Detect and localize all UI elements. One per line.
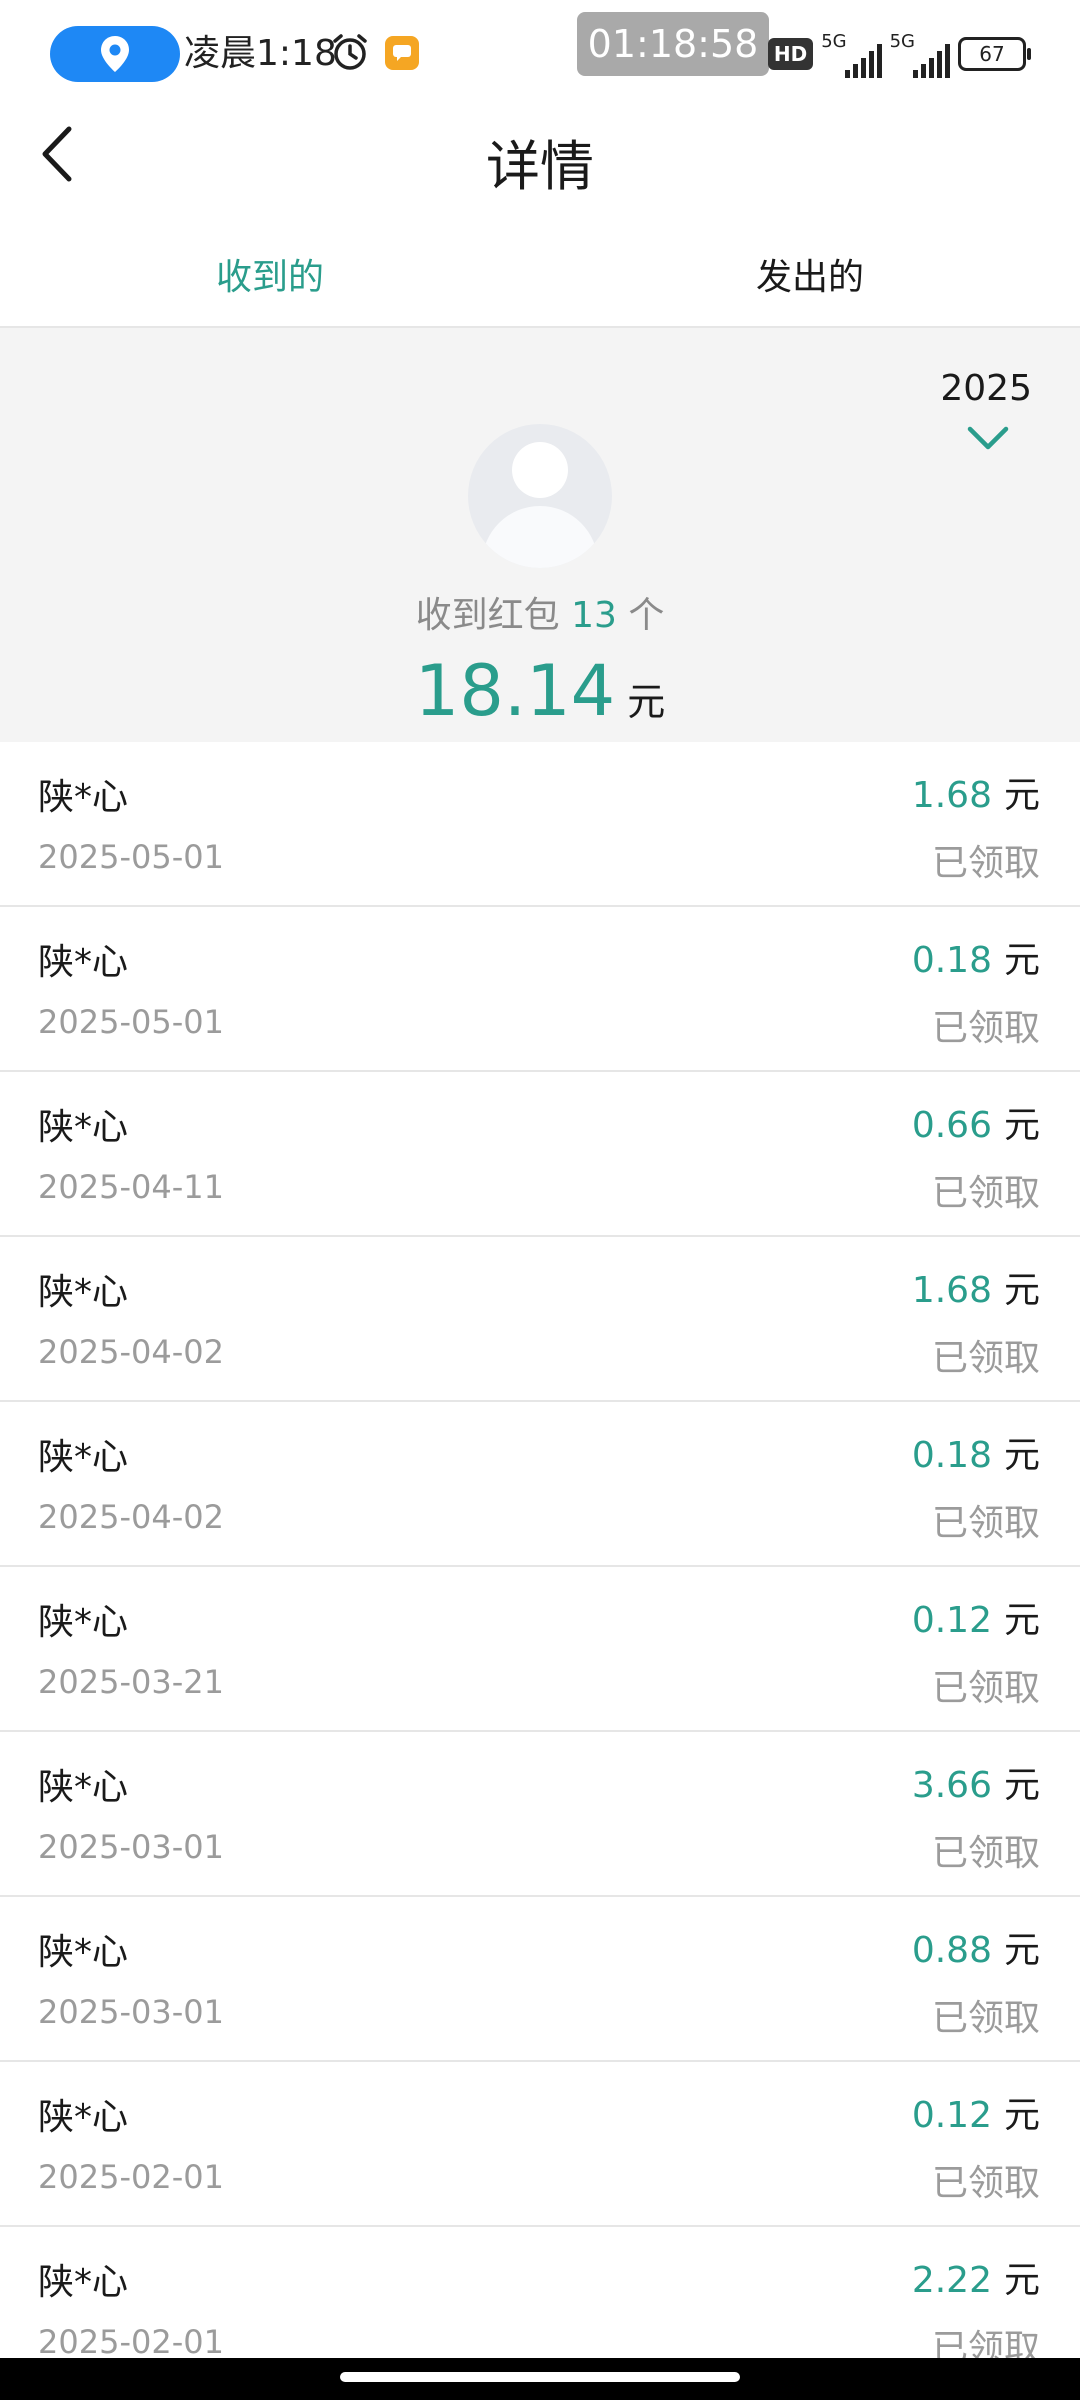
record-date: 2025-03-01 xyxy=(38,1828,224,1866)
sender-name: 陕*心 xyxy=(38,1602,129,1643)
sender-name: 陕*心 xyxy=(38,942,129,983)
record-amount: 3.66 元 xyxy=(911,1765,1040,1806)
location-indicator[interactable] xyxy=(50,26,180,82)
location-pin-icon xyxy=(101,36,129,72)
clock-overlay: 01:18:58 xyxy=(577,12,769,76)
list-item[interactable]: 陕*心 2025-05-01 0.18 元 已领取 xyxy=(0,907,1080,1072)
list-item[interactable]: 陕*心 2025-02-01 0.12 元 已领取 xyxy=(0,2062,1080,2227)
sender-name: 陕*心 xyxy=(38,1767,129,1808)
status-time: 凌晨1:18 xyxy=(184,33,337,74)
count-value: 13 xyxy=(571,595,617,636)
gesture-nav-bar xyxy=(0,2358,1080,2400)
list-item[interactable]: 陕*心 2025-04-02 0.18 元 已领取 xyxy=(0,1402,1080,1567)
sender-name: 陕*心 xyxy=(38,2097,129,2138)
record-date: 2025-04-02 xyxy=(38,1498,224,1536)
notification-app-icon xyxy=(385,36,419,70)
page-title: 详情 xyxy=(486,135,594,198)
signal-sim1: 5G xyxy=(821,31,882,78)
redpacket-detail-screen: 凌晨1:18 01:18:58 HD 5G 5G 67 详情 收到的 发出的 2… xyxy=(0,0,1080,2400)
list-item[interactable]: 陕*心 2025-04-11 0.66 元 已领取 xyxy=(0,1072,1080,1237)
record-amount: 1.68 元 xyxy=(911,1270,1040,1311)
record-amount: 2.22 元 xyxy=(911,2260,1040,2301)
total-amount: 18.14 元 xyxy=(0,650,1080,732)
sender-name: 陕*心 xyxy=(38,1272,129,1313)
sender-name: 陕*心 xyxy=(38,1437,129,1478)
status-icons: HD 5G 5G 67 xyxy=(767,28,1031,80)
record-status: 已领取 xyxy=(931,2163,1040,2204)
record-amount: 0.88 元 xyxy=(911,1930,1040,1971)
record-amount: 0.12 元 xyxy=(911,1600,1040,1641)
summary-panel: 2025 收到红包 13 个 18.14 元 xyxy=(0,328,1080,742)
hd-voice-badge: HD xyxy=(767,38,814,70)
record-status: 已领取 xyxy=(931,1503,1040,1544)
list-item[interactable]: 陕*心 2025-04-02 1.68 元 已领取 xyxy=(0,1237,1080,1402)
list-item[interactable]: 陕*心 2025-05-01 1.68 元 已领取 xyxy=(0,742,1080,907)
total-unit: 元 xyxy=(627,680,666,724)
record-amount: 0.66 元 xyxy=(911,1105,1040,1146)
record-date: 2025-02-01 xyxy=(38,2323,224,2361)
chevron-down-icon[interactable] xyxy=(966,423,1010,453)
record-date: 2025-05-01 xyxy=(38,1003,224,1041)
sender-name: 陕*心 xyxy=(38,777,129,818)
record-status: 已领取 xyxy=(931,1998,1040,2039)
tab-sent[interactable]: 发出的 xyxy=(540,248,1080,300)
record-amount: 0.18 元 xyxy=(911,1435,1040,1476)
signal-sim2: 5G xyxy=(890,31,950,78)
tab-received[interactable]: 收到的 xyxy=(0,248,540,300)
sender-name: 陕*心 xyxy=(38,1107,129,1148)
record-date: 2025-03-01 xyxy=(38,1993,224,2031)
tab-bar: 收到的 发出的 xyxy=(0,212,1080,328)
record-date: 2025-02-01 xyxy=(38,2158,224,2196)
record-date: 2025-05-01 xyxy=(38,838,224,876)
sender-name: 陕*心 xyxy=(38,2262,129,2303)
total-value: 18.14 xyxy=(414,650,616,732)
battery-icon: 67 xyxy=(958,37,1031,71)
record-status: 已领取 xyxy=(931,1338,1040,1379)
record-list: 陕*心 2025-05-01 1.68 元 已领取 陕*心 2025-05-01 … xyxy=(0,742,1080,2392)
list-item[interactable]: 陕*心 2025-03-21 0.12 元 已领取 xyxy=(0,1567,1080,1732)
year-selector[interactable]: 2025 xyxy=(940,368,1032,409)
sender-name: 陕*心 xyxy=(38,1932,129,1973)
record-status: 已领取 xyxy=(931,843,1040,884)
status-bar: 凌晨1:18 01:18:58 HD 5G 5G 67 xyxy=(0,0,1080,100)
received-count: 收到红包 13 个 xyxy=(415,595,665,636)
alarm-clock-icon xyxy=(333,34,367,70)
record-date: 2025-03-21 xyxy=(38,1663,224,1701)
record-amount: 0.12 元 xyxy=(911,2095,1040,2136)
signal-bars-icon xyxy=(844,43,882,78)
list-item[interactable]: 陕*心 2025-03-01 0.88 元 已领取 xyxy=(0,1897,1080,2062)
home-indicator[interactable] xyxy=(340,2372,740,2382)
record-status: 已领取 xyxy=(931,1008,1040,1049)
signal-bars-icon xyxy=(913,43,950,78)
record-status: 已领取 xyxy=(931,1833,1040,1874)
list-item[interactable]: 陕*心 2025-03-01 3.66 元 已领取 xyxy=(0,1732,1080,1897)
record-date: 2025-04-11 xyxy=(38,1168,224,1206)
record-date: 2025-04-02 xyxy=(38,1333,224,1371)
record-status: 已领取 xyxy=(931,1173,1040,1214)
record-status: 已领取 xyxy=(931,1668,1040,1709)
app-header: 详情 xyxy=(0,100,1080,212)
default-avatar-icon xyxy=(468,424,612,568)
record-amount: 1.68 元 xyxy=(911,775,1040,816)
record-amount: 0.18 元 xyxy=(911,940,1040,981)
